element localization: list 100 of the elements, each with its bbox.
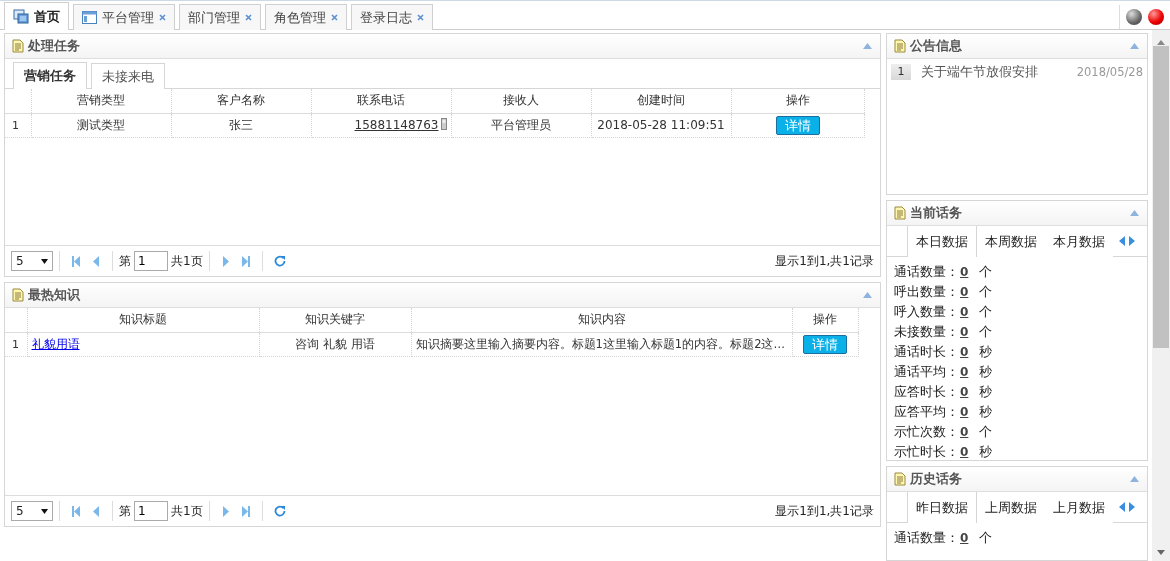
caret-icon (41, 258, 48, 264)
record-summary: 显示1到1,共1记录 (775, 252, 874, 270)
stat-label: 应答平均： (894, 403, 960, 422)
stat-value: 0 (960, 265, 970, 280)
stat-unit: 个 (979, 303, 992, 322)
stat-label: 未接数量： (894, 323, 960, 342)
column-header: 知识内容 (411, 308, 792, 332)
stat-label: 呼入数量： (894, 303, 960, 322)
page-size-select[interactable]: 5 (11, 251, 53, 271)
column-header: 联系电话 (311, 89, 451, 113)
column-header: 操作 (792, 308, 858, 332)
tab[interactable]: 本日数据 (907, 226, 977, 258)
stat-label: 通话平均： (894, 363, 960, 382)
stat-unit: 秒 (979, 443, 992, 460)
tab[interactable]: 平台管理 (73, 4, 175, 30)
panel-title: 历史话务 (910, 470, 963, 488)
column-header: 客户名称 (171, 89, 311, 113)
collapse-icon[interactable] (1130, 476, 1139, 482)
column-header: 操作 (731, 89, 864, 113)
table-cell: 测试类型 (31, 113, 171, 137)
stat-label: 通话数量： (894, 263, 960, 282)
stat-label: 示忙次数： (894, 423, 960, 442)
collapse-icon[interactable] (1130, 43, 1139, 49)
previous-page-icon[interactable] (91, 255, 101, 267)
stat-label: 通话时长： (894, 343, 960, 362)
tab[interactable]: 首页 (4, 2, 69, 30)
first-page-icon[interactable] (71, 505, 81, 517)
row-number: 1 (5, 113, 31, 137)
notice-title[interactable]: 关于端午节放假安排 (921, 63, 1077, 81)
table-cell: 知识摘要这里输入摘要内容。标题1这里输入标题1的内容。标题2这… (411, 332, 792, 356)
note-icon (894, 39, 906, 53)
tab[interactable]: 昨日数据 (907, 492, 977, 523)
stat-label: 呼出数量： (894, 283, 960, 302)
column-header: 知识关键字 (259, 308, 411, 332)
panel-title: 当前话务 (910, 204, 963, 223)
stat-label: 应答时长： (894, 383, 960, 402)
collapse-icon[interactable] (863, 292, 872, 298)
stat-unit: 个 (979, 283, 992, 302)
panel-title: 处理任务 (28, 37, 81, 55)
close-icon[interactable] (159, 14, 166, 21)
table-cell: 张三 (171, 113, 311, 137)
stat-unit: 秒 (979, 383, 992, 402)
next-page-icon[interactable] (220, 505, 231, 517)
last-page-icon[interactable] (240, 505, 251, 517)
table-cell: 平台管理员 (451, 113, 591, 137)
stat-unit: 秒 (979, 403, 992, 422)
tab[interactable]: 角色管理 (265, 4, 347, 30)
stat-value: 0 (960, 285, 970, 300)
stat-value: 0 (960, 425, 970, 440)
stat-unit: 秒 (979, 343, 992, 362)
tab[interactable]: 营销任务 (13, 62, 87, 89)
stat-label: 通话数量： (894, 529, 960, 547)
row-number: 1 (5, 332, 27, 356)
column-header: 知识标题 (27, 308, 259, 332)
panel-title: 公告信息 (910, 37, 963, 55)
stat-value: 0 (960, 345, 970, 360)
page-input[interactable]: 1 (134, 251, 168, 271)
close-icon[interactable] (417, 14, 424, 21)
column-header: 接收人 (451, 89, 591, 113)
stat-value: 0 (960, 405, 970, 420)
column-header: 营销类型 (31, 89, 171, 113)
collapse-icon[interactable] (863, 43, 872, 49)
stat-unit: 个 (979, 529, 992, 547)
page-size-select[interactable]: 5 (11, 501, 53, 521)
stat-value: 0 (960, 445, 970, 460)
close-icon[interactable] (331, 14, 338, 21)
refresh-icon[interactable] (273, 505, 286, 517)
next-page-icon[interactable] (220, 255, 231, 267)
stat-unit: 个 (979, 423, 992, 442)
round-button[interactable] (1126, 9, 1142, 25)
close-icon[interactable] (245, 14, 252, 21)
note-icon (12, 39, 24, 53)
stat-value: 0 (960, 325, 970, 340)
tab[interactable]: 登录日志 (351, 4, 433, 30)
stat-value: 0 (960, 365, 970, 380)
layout-icon (82, 11, 97, 24)
tab[interactable]: 部门管理 (179, 4, 261, 30)
stat-unit: 个 (979, 263, 992, 282)
table-cell: 咨询 礼貌 用语 (259, 332, 411, 356)
title-link[interactable]: 礼貌用语 (31, 336, 80, 351)
page-input[interactable]: 1 (134, 501, 168, 521)
page-label: 第 (119, 252, 131, 270)
last-page-icon[interactable] (240, 255, 251, 267)
stat-value: 0 (960, 385, 970, 400)
column-header: 创建时间 (591, 89, 731, 113)
record-summary: 显示1到1,共1记录 (775, 502, 874, 520)
refresh-icon[interactable] (273, 255, 286, 267)
scroll-arrows-icon[interactable] (1119, 502, 1135, 512)
table-cell: 2018-05-28 11:09:51 (591, 113, 731, 137)
windows-icon (13, 9, 29, 24)
stat-unit: 秒 (979, 363, 992, 382)
round-button[interactable] (1148, 9, 1164, 25)
panel-title: 最热知识 (28, 286, 81, 304)
previous-page-icon[interactable] (91, 505, 101, 517)
tab[interactable]: 未接来电 (91, 63, 165, 89)
collapse-icon[interactable] (1130, 210, 1139, 217)
phone-icon[interactable] (440, 118, 447, 130)
scroll-arrows-icon[interactable] (1119, 236, 1135, 247)
first-page-icon[interactable] (71, 255, 81, 267)
stat-label: 示忙时长： (894, 443, 960, 460)
